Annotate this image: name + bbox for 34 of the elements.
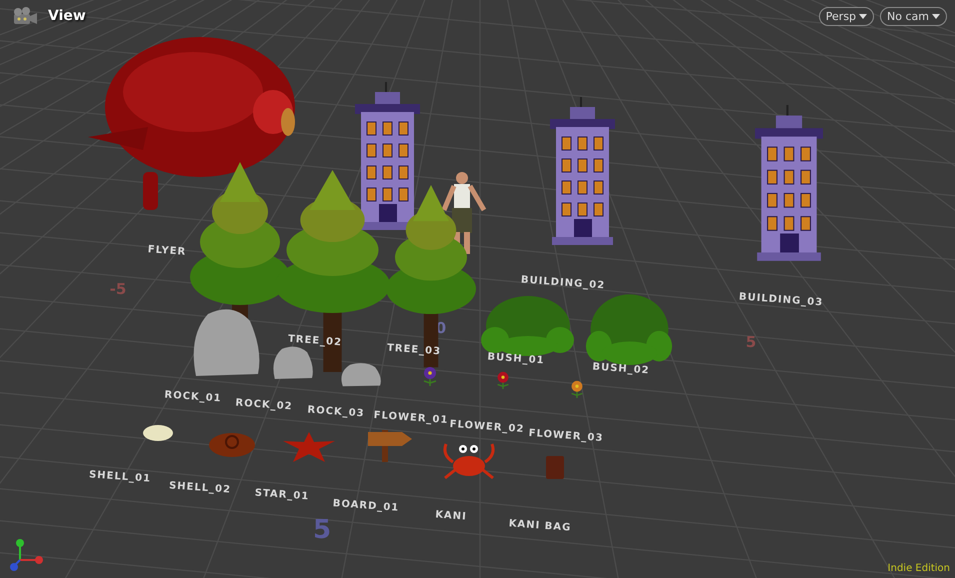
object-label: FLOWER_01	[373, 410, 449, 426]
axis-number: 5	[746, 333, 756, 351]
object-label: TREE_03	[386, 342, 442, 358]
object-label: BOARD_01	[332, 498, 400, 514]
object-label: FLOWER_02	[449, 418, 525, 436]
axis-gizmo-icon	[8, 538, 46, 572]
object-label: BUSH_01	[487, 352, 545, 366]
edition-label: Indie Edition	[888, 563, 950, 574]
object-label: BUILDING_02	[520, 274, 606, 292]
object-label: ROCK_02	[235, 398, 293, 412]
spiral-shell-drawing	[208, 430, 256, 458]
caret-icon	[932, 14, 940, 18]
viewport-title: View	[48, 8, 86, 24]
object-label: FLOWER_03	[528, 428, 604, 444]
object-label: SHELL_01	[88, 469, 152, 485]
camera-dropdown[interactable]: Persp	[818, 6, 874, 26]
object-label: ROCK_03	[307, 404, 365, 420]
object-label: ROCK_01	[164, 390, 222, 404]
axis-number: -5	[110, 280, 126, 298]
object-label: FLYER	[147, 244, 187, 258]
object-label: TREE_02	[288, 334, 342, 348]
scallop-shell-drawing	[142, 424, 174, 442]
object-label: KANI	[434, 509, 468, 523]
caret-icon	[859, 14, 868, 18]
object-label: KANI BAG	[508, 518, 572, 534]
axis-number: 5	[312, 515, 332, 545]
camera-dropdown[interactable]: No cam	[880, 6, 947, 26]
object-label: BUSH_02	[592, 362, 650, 376]
object-label: SHELL_02	[168, 480, 232, 496]
object-label: STAR_01	[254, 488, 310, 502]
starfish-drawing	[283, 432, 335, 462]
backpack-drawing	[545, 454, 565, 480]
camera-icon	[12, 6, 38, 26]
object-label: BUILDING_03	[738, 292, 824, 308]
